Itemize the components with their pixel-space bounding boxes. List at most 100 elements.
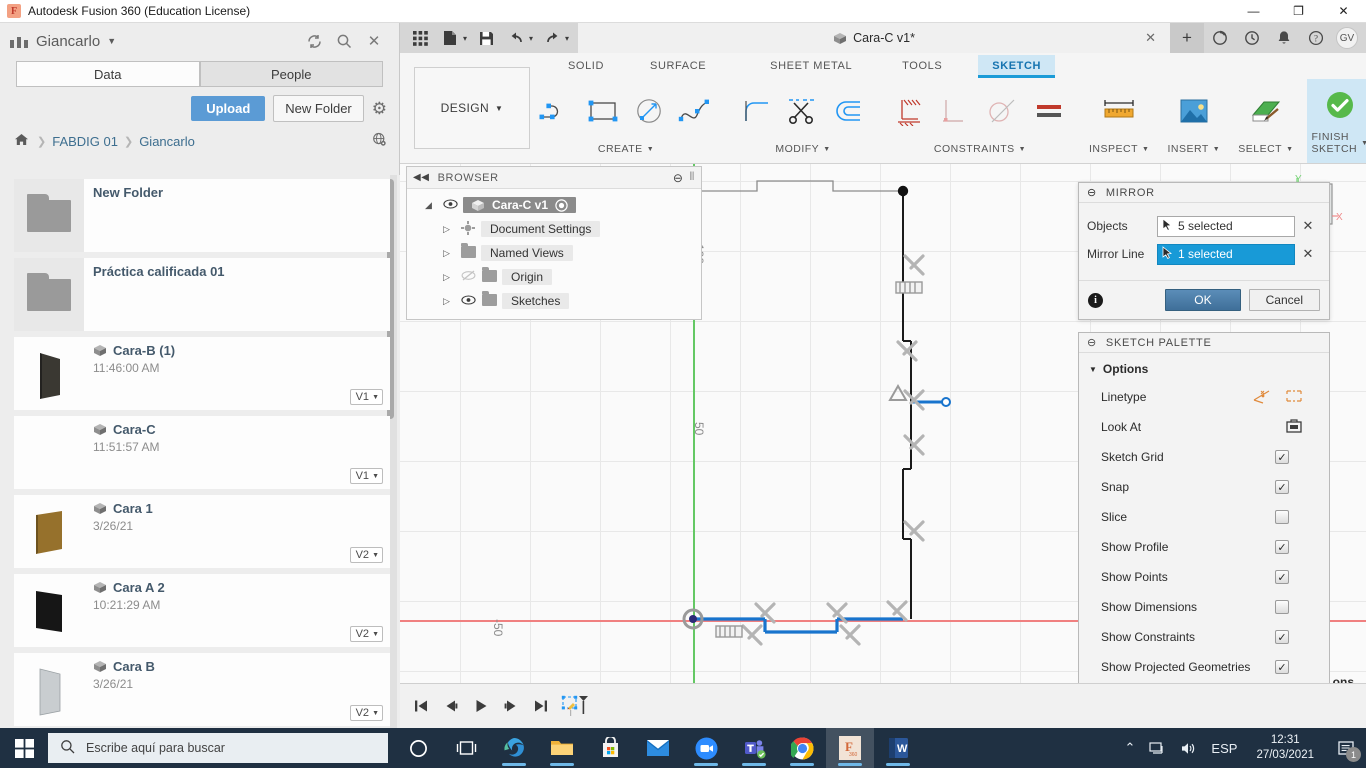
show-constraints-checkbox[interactable]: ✓ [1275, 630, 1289, 644]
cortana-icon[interactable] [394, 728, 442, 768]
show-projected-geometries-checkbox[interactable]: ✓ [1275, 660, 1289, 674]
windows-start-icon[interactable] [0, 728, 48, 768]
close-icon[interactable]: ✕ [1145, 30, 1156, 46]
sketch-circle-icon[interactable] [627, 87, 671, 135]
upload-button[interactable]: Upload [191, 96, 266, 121]
search-input[interactable]: Escribe aquí para buscar [48, 733, 388, 763]
skip-to-end-icon[interactable] [528, 693, 554, 719]
file-explorer-icon[interactable] [538, 728, 586, 768]
clear-mirror-line-icon[interactable]: ✕ [1295, 246, 1321, 262]
list-item[interactable]: Cara-B (1) 11:46:00 AM V1 ▼ [14, 337, 390, 410]
clear-objects-icon[interactable]: ✕ [1295, 218, 1321, 234]
chevron-down-icon[interactable]: ▾ [565, 34, 569, 43]
constraint-equal-icon[interactable] [1027, 87, 1071, 135]
sketch-dimension-icon[interactable] [889, 87, 933, 135]
edge-icon[interactable] [490, 728, 538, 768]
refresh-icon[interactable] [299, 28, 329, 54]
show-points-checkbox[interactable]: ✓ [1275, 570, 1289, 584]
word-icon[interactable]: W [874, 728, 922, 768]
ribbon-group-constraints-label[interactable]: CONSTRAINTS ▼ [934, 143, 1026, 163]
volume-icon[interactable] [1173, 741, 1204, 756]
ok-button[interactable]: OK [1165, 289, 1241, 311]
origin-point[interactable] [689, 615, 697, 623]
skip-to-start-icon[interactable] [408, 693, 434, 719]
save-icon[interactable] [472, 24, 500, 52]
mirror-dialog[interactable]: ⊖ MIRROR Objects 5 selected ✕ Mirror Lin… [1078, 182, 1330, 320]
list-item[interactable]: Cara B 3/26/21 V2 ▼ [14, 653, 390, 726]
search-icon[interactable] [329, 28, 359, 54]
notifications-bell-icon[interactable] [1268, 23, 1300, 53]
version-badge[interactable]: V1 ▼ [349, 468, 383, 484]
breadcrumb-folder[interactable]: Giancarlo [139, 134, 195, 149]
document-tab[interactable]: Cara-C v1* ✕ [578, 23, 1170, 53]
collapse-icon[interactable]: ⊖ [1087, 186, 1097, 199]
ribbon-group-finish-sketch[interactable]: FINISH SKETCH ▼ [1306, 79, 1366, 163]
insert-image-icon[interactable] [1172, 87, 1216, 135]
show-hidden-icons-chevron[interactable]: ⌃ [1118, 740, 1143, 756]
chevron-down-icon[interactable]: ▼ [107, 36, 116, 46]
panel-grip[interactable]: ⦀ [690, 171, 695, 184]
cancel-button[interactable]: Cancel [1248, 289, 1320, 311]
chrome-icon[interactable] [778, 728, 826, 768]
visibility-eye-icon[interactable] [460, 294, 476, 308]
version-badge[interactable]: V2 ▼ [349, 705, 383, 721]
mirror-line-selection-field[interactable]: 1 selected [1157, 243, 1295, 265]
ribbon-group-inspect-label[interactable]: INSPECT ▼ [1089, 143, 1149, 163]
globe-icon[interactable] [372, 132, 387, 150]
step-forward-icon[interactable] [498, 693, 524, 719]
version-badge[interactable]: V1 ▼ [349, 389, 383, 405]
tab-sheet-metal[interactable]: SHEET METAL [756, 55, 866, 77]
tab-tools[interactable]: TOOLS [888, 55, 956, 77]
minimize-icon[interactable]: ⊖ [673, 171, 684, 185]
tab-data[interactable]: Data [16, 61, 200, 87]
tab-people[interactable]: People [199, 61, 383, 87]
list-item[interactable]: New Folder [14, 179, 390, 252]
sketch-endpoint[interactable] [897, 185, 909, 197]
options-section-header[interactable]: ▼ Options [1079, 353, 1329, 382]
version-badge[interactable]: V2 ▼ [349, 547, 383, 563]
hub-name[interactable]: Giancarlo [36, 33, 100, 50]
close-button[interactable]: ✕ [1321, 0, 1366, 23]
show-dimensions-checkbox[interactable] [1275, 600, 1289, 614]
sketch-palette[interactable]: ⊖ SKETCH PALETTE ▼ Options Linetype Look… [1078, 332, 1330, 713]
step-back-icon[interactable] [438, 693, 464, 719]
ribbon-group-modify-label[interactable]: MODIFY ▼ [775, 143, 830, 163]
mirror-line-endpoint[interactable] [941, 397, 951, 407]
microsoft-store-icon[interactable] [586, 728, 634, 768]
ribbon-group-select-label[interactable]: SELECT ▼ [1238, 143, 1293, 163]
undo-icon[interactable] [502, 24, 530, 52]
tab-solid[interactable]: SOLID [554, 55, 618, 77]
action-center-icon[interactable]: 1 [1326, 728, 1366, 768]
minimize-button[interactable]: — [1231, 0, 1276, 23]
taskbar-clock[interactable]: 12:31 27/03/2021 [1244, 733, 1326, 763]
expand-arrow-icon[interactable]: ▷ [443, 248, 455, 259]
chevron-down-icon[interactable]: ▾ [529, 34, 533, 43]
play-icon[interactable] [468, 693, 494, 719]
sketch-marker-icon[interactable] [558, 693, 592, 719]
look-at-icon[interactable] [1285, 418, 1303, 437]
collapse-icon[interactable]: ◀◀ [413, 172, 430, 183]
tree-node-named-views[interactable]: ▷ Named Views [407, 241, 701, 265]
help-icon[interactable]: ? [1300, 23, 1332, 53]
ribbon-group-create-label[interactable]: CREATE ▼ [598, 143, 654, 163]
expand-arrow-icon[interactable]: ▷ [443, 296, 455, 307]
list-item[interactable]: Cara A 2 10:21:29 AM V2 ▼ [14, 574, 390, 647]
tree-node-origin[interactable]: ▷ Origin [407, 265, 701, 289]
slice-checkbox[interactable] [1275, 510, 1289, 524]
sketch-rectangle-icon[interactable] [581, 87, 625, 135]
list-item[interactable]: Cara-C 11:51:57 AM V1 ▼ [14, 416, 390, 489]
workspace-selector[interactable]: DESIGN ▼ [414, 67, 530, 149]
recent-icon[interactable] [1236, 23, 1268, 53]
expand-arrow-icon[interactable]: ▷ [443, 224, 455, 235]
job-status-icon[interactable] [1204, 23, 1236, 53]
sketch-spline-icon[interactable] [673, 87, 717, 135]
ribbon-group-finish-label[interactable]: FINISH SKETCH ▼ [1312, 131, 1366, 163]
collapse-icon[interactable]: ⊖ [1087, 336, 1097, 349]
tab-surface[interactable]: SURFACE [636, 55, 720, 77]
sketch-line-icon[interactable] [535, 87, 579, 135]
redo-icon[interactable] [538, 24, 566, 52]
new-folder-button[interactable]: New Folder [273, 95, 364, 122]
task-view-icon[interactable] [442, 728, 490, 768]
teams-icon[interactable] [730, 728, 778, 768]
measure-icon[interactable] [1097, 87, 1141, 135]
